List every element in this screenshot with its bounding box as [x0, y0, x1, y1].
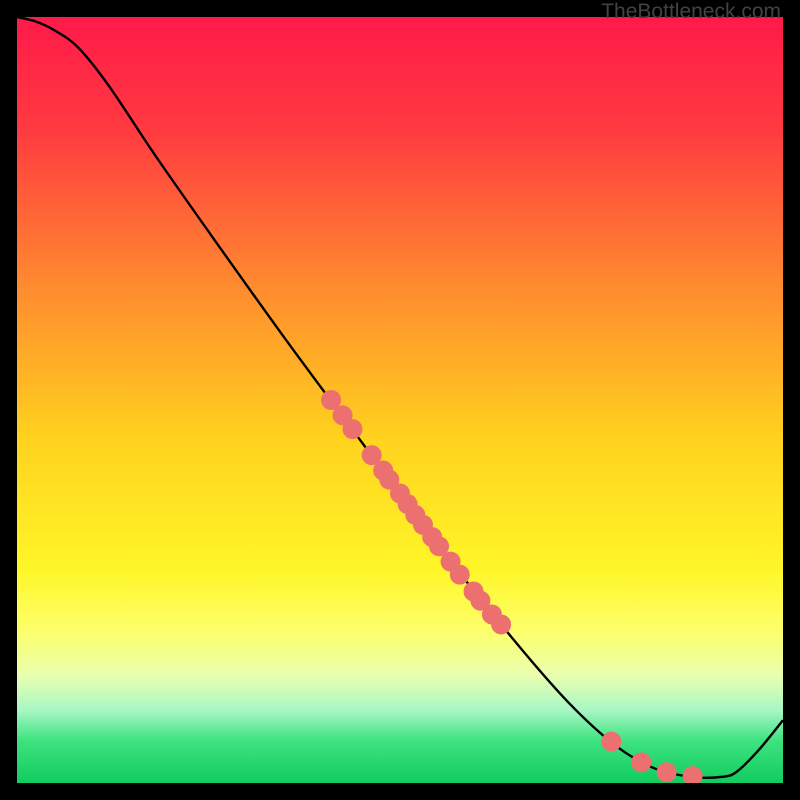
data-marker: [491, 614, 511, 634]
gradient-background: [17, 17, 783, 783]
data-marker: [343, 419, 363, 439]
data-marker: [601, 732, 621, 752]
chart-frame: [17, 17, 783, 783]
data-marker: [657, 762, 677, 782]
bottleneck-chart: [17, 17, 783, 783]
data-marker: [631, 752, 651, 772]
watermark-text: TheBottleneck.com: [601, 0, 781, 24]
data-marker: [450, 565, 470, 585]
